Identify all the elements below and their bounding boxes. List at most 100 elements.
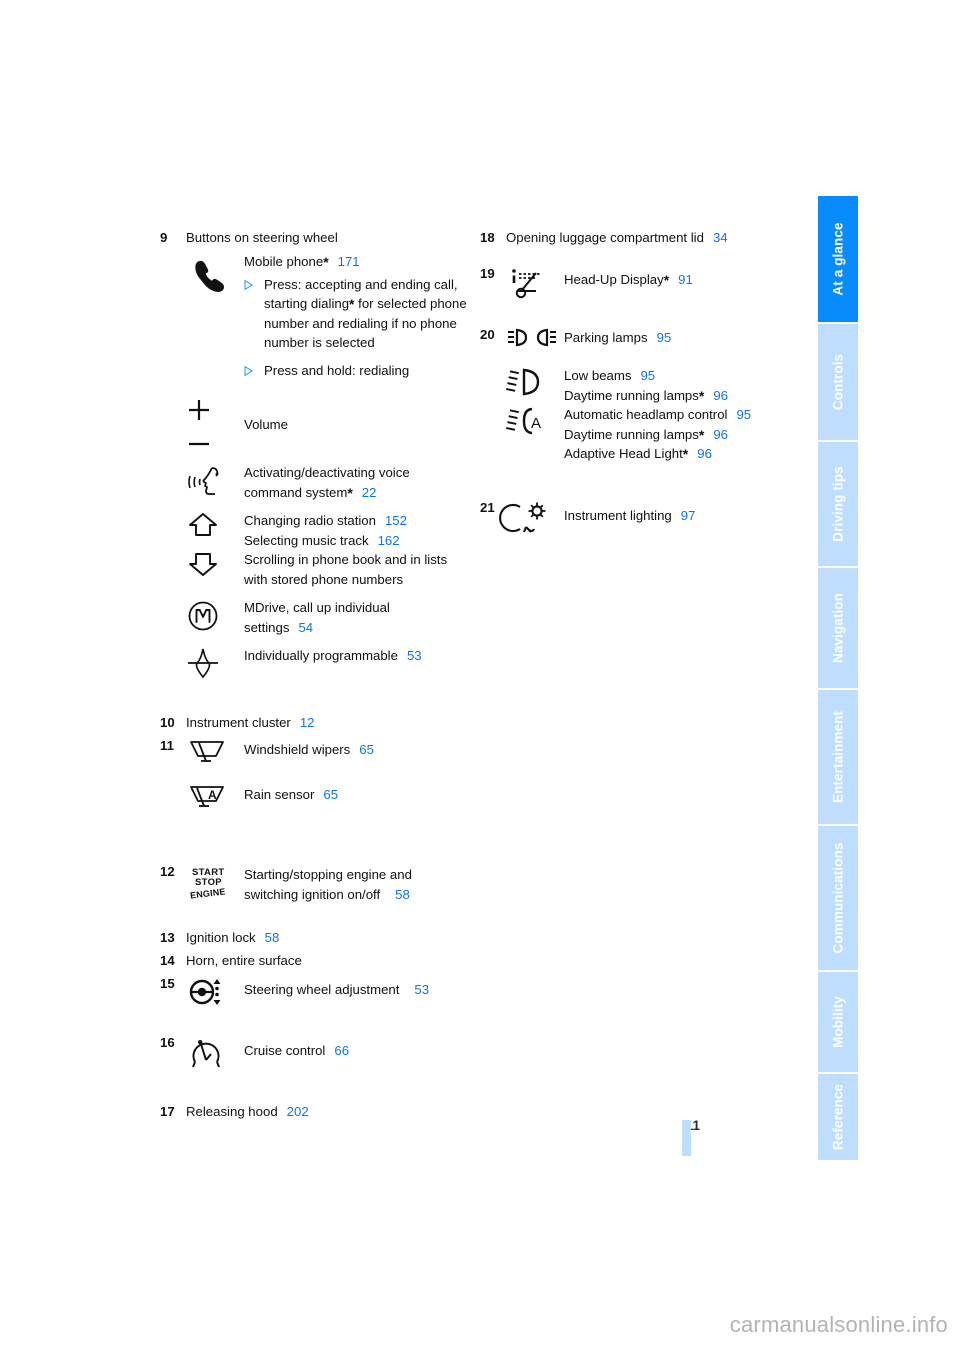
page-number: 11 bbox=[685, 1118, 700, 1133]
page-reference[interactable]: 95 bbox=[736, 407, 751, 422]
page-reference[interactable]: 96 bbox=[713, 427, 728, 442]
voice-command-icon bbox=[186, 463, 244, 500]
page-reference[interactable]: 53 bbox=[407, 648, 422, 663]
arrow-down-outline-icon bbox=[186, 551, 220, 582]
page-reference[interactable]: 152 bbox=[385, 513, 407, 528]
page-reference[interactable]: 95 bbox=[657, 330, 672, 345]
entry-9-volume: Volume bbox=[160, 396, 478, 454]
volume-icons bbox=[186, 396, 244, 454]
entry-number: 14 bbox=[160, 953, 175, 968]
entry-14-horn: 14 Horn, entire surface bbox=[160, 951, 478, 971]
entry-number: 12 bbox=[160, 864, 175, 879]
page-reference[interactable]: 54 bbox=[298, 620, 313, 635]
option-asterisk: * bbox=[663, 272, 670, 288]
page-reference[interactable]: 66 bbox=[334, 1043, 349, 1058]
option-asterisk: * bbox=[698, 426, 705, 443]
entry-number: 21 bbox=[480, 499, 495, 515]
tab-entertainment[interactable]: Entertainment bbox=[818, 690, 858, 826]
parking-lamps-icon bbox=[506, 325, 564, 350]
tab-controls[interactable]: Controls bbox=[818, 324, 858, 442]
entry-label-track: Selecting music track bbox=[244, 532, 369, 548]
right-content-column: 18 Opening luggage compartment lid 34 19 bbox=[480, 228, 810, 537]
tab-driving-tips[interactable]: Driving tips bbox=[818, 442, 858, 568]
watermark: carmanualsonline.info bbox=[729, 1312, 948, 1337]
entry-10-instrument-cluster: 10 Instrument cluster 12 bbox=[160, 713, 478, 733]
entry-label: Mobile phone bbox=[244, 254, 324, 269]
svg-text:ENGINE: ENGINE bbox=[189, 886, 226, 900]
page-reference[interactable]: 22 bbox=[362, 485, 377, 500]
entry-20-automatic-headlamp-control: A Automatic headlamp control 95 Daytime r… bbox=[480, 405, 810, 464]
tab-at-a-glance[interactable]: At a glance bbox=[818, 196, 858, 324]
tab-label: Reference bbox=[830, 1083, 846, 1151]
entry-label-line1: MDrive, call up individual bbox=[244, 600, 390, 615]
page-reference[interactable]: 162 bbox=[378, 533, 400, 548]
entry-label-group: Instrument lighting 97 bbox=[564, 498, 810, 526]
entry-16-cruise-control: 16 Cruise control 66 bbox=[160, 1033, 478, 1072]
entry-label-group: Instrument cluster 12 bbox=[186, 713, 478, 733]
entry-label: Instrument lighting bbox=[564, 507, 672, 523]
page-reference[interactable]: 65 bbox=[323, 787, 338, 802]
tab-communications[interactable]: Communications bbox=[818, 826, 858, 972]
page-reference[interactable]: 34 bbox=[713, 230, 728, 245]
tab-label: At a glance bbox=[830, 222, 846, 296]
telephone-handset-icon bbox=[186, 252, 244, 293]
bullet-text: Press and hold: redialing bbox=[264, 362, 410, 378]
option-asterisk: * bbox=[347, 484, 353, 501]
entry-label: Steering wheel adjustment bbox=[244, 982, 400, 997]
plus-icon bbox=[186, 397, 212, 428]
entry-label-low-beams: Low beams bbox=[564, 368, 632, 383]
entry-12-start-stop-engine: 12 START STOP ENGINE Starting/stopping e… bbox=[160, 862, 478, 904]
entry-18-luggage-compartment-lid: 18 Opening luggage compartment lid 34 bbox=[480, 228, 810, 248]
entry-label-scroll-2: with stored phone numbers bbox=[244, 571, 404, 587]
entry-17-releasing-hood: 17 Releasing hood 202 bbox=[160, 1102, 478, 1122]
page-reference[interactable]: 171 bbox=[338, 254, 360, 269]
entry-number: 17 bbox=[160, 1104, 175, 1119]
entry-label-group: Cruise control 66 bbox=[244, 1033, 478, 1061]
entry-label: Horn, entire surface bbox=[186, 953, 302, 968]
entry-label-group: Releasing hood 202 bbox=[186, 1102, 478, 1122]
entry-label-line2: command system bbox=[244, 484, 348, 500]
entry-label-group: Individually programmable 53 bbox=[244, 646, 478, 666]
rain-sensor-auto-wiper-icon: A bbox=[186, 781, 244, 810]
entry-label-group: Automatic headlamp control 95 Daytime run… bbox=[564, 405, 810, 464]
tab-reference[interactable]: Reference bbox=[818, 1074, 858, 1160]
page-reference[interactable]: 58 bbox=[265, 930, 280, 945]
entry-number: 15 bbox=[160, 976, 175, 991]
entry-label: Head-Up Display bbox=[564, 272, 664, 287]
page-reference[interactable]: 91 bbox=[678, 272, 693, 287]
entry-label-group: Rain sensor 65 bbox=[244, 781, 478, 805]
bullet-item: Press and hold: redialing bbox=[244, 361, 478, 381]
page-reference[interactable]: 58 bbox=[395, 887, 410, 902]
entry-label: Ignition lock bbox=[186, 930, 256, 945]
page-reference[interactable]: 96 bbox=[697, 446, 712, 461]
entry-label: Releasing hood bbox=[186, 1104, 278, 1119]
entry-label-scroll-1: Scrolling in phone book and in lists bbox=[244, 552, 448, 567]
entry-19-head-up-display: 19 Head-Up Display* 91 bbox=[480, 264, 810, 301]
entry-11-rain-sensor: A Rain sensor 65 bbox=[160, 781, 478, 810]
svg-text:A: A bbox=[208, 788, 217, 802]
page-reference[interactable]: 96 bbox=[713, 388, 728, 403]
tab-label: Controls bbox=[830, 353, 846, 411]
entry-label-group: Changing radio station 152 Selecting musi… bbox=[244, 511, 478, 589]
entry-label: Instrument cluster bbox=[186, 715, 291, 730]
triangle-bullet-icon bbox=[244, 361, 264, 376]
entry-number: 10 bbox=[160, 715, 175, 730]
page-reference[interactable]: 97 bbox=[681, 508, 696, 523]
bullet-list: Press: accepting and ending call, starti… bbox=[244, 275, 478, 381]
entry-label-drl: Daytime running lamps bbox=[564, 387, 699, 403]
page-reference[interactable]: 202 bbox=[287, 1104, 309, 1119]
mdrive-m-circle-icon bbox=[186, 598, 244, 633]
page-reference[interactable]: 53 bbox=[414, 982, 429, 997]
page-reference[interactable]: 12 bbox=[300, 715, 315, 730]
page-reference[interactable]: 95 bbox=[640, 368, 655, 383]
option-asterisk: * bbox=[349, 296, 355, 312]
page-reference[interactable]: 65 bbox=[359, 742, 374, 757]
entry-number: 13 bbox=[160, 930, 175, 945]
entry-number: 16 bbox=[160, 1035, 175, 1050]
tab-navigation[interactable]: Navigation bbox=[818, 568, 858, 690]
entry-20-parking-lamps: 20 Parking lamps 95 bbox=[480, 325, 810, 350]
entry-label-group: Head-Up Display* 91 bbox=[564, 264, 810, 290]
entry-label-group: Windshield wipers 65 bbox=[244, 736, 478, 760]
tab-mobility[interactable]: Mobility bbox=[818, 972, 858, 1074]
entry-number: 19 bbox=[480, 266, 495, 281]
